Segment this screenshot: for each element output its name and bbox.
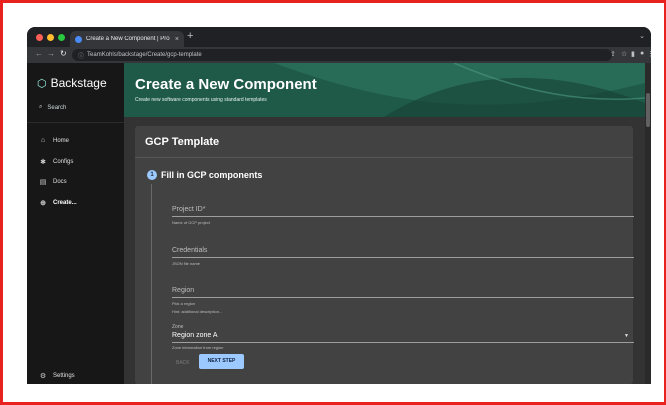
dropdown-arrow-icon[interactable]: ▼ [624, 333, 629, 339]
reload-icon[interactable]: ↻ [60, 49, 67, 58]
region-field[interactable]: Region Pick a region Hint: additional de… [172, 287, 634, 314]
page-header: Create a New Component Create new softwa… [124, 63, 645, 117]
sidebar-item-label: Docs [53, 179, 67, 185]
credentials-label: Credentials [172, 247, 208, 254]
page-subtitle: Create new software components using sta… [135, 97, 267, 103]
tab-close-button[interactable]: × [175, 36, 179, 43]
region-label: Region [172, 287, 195, 294]
minimize-window-button[interactable] [47, 34, 54, 41]
search-icon: ⌕ [39, 104, 43, 110]
field-underline [172, 297, 634, 298]
tab-title: Create a New Component | Pro [86, 36, 170, 42]
close-window-button[interactable] [36, 34, 43, 41]
page-title: Create a New Component [135, 76, 317, 93]
brand-name: Backstage [50, 76, 107, 90]
site-info-icon[interactable]: ⓘ [78, 51, 84, 60]
next-step-button[interactable]: NEXT STEP [199, 354, 244, 369]
bookmark-star-icon[interactable]: ☆ [621, 50, 627, 58]
zone-underline [172, 342, 634, 343]
sidebar-item-home[interactable]: ⌂ Home [39, 137, 69, 144]
zone-help: Zone information from region [172, 345, 224, 350]
address-url: TeamKohls/backstage/Create/gcp-template [87, 52, 202, 58]
sidebar-panel-icon[interactable]: ▮ [631, 50, 635, 58]
search-label: Search [47, 104, 67, 111]
browser-toolbar: ← → ↻ ⓘ TeamKohls/backstage/Create/gcp-t… [27, 47, 651, 63]
region-hint: Hint: additional description... [172, 309, 223, 314]
tab-bar: Create a New Component | Pro × + ⌄ [27, 27, 651, 47]
browser-window: Create a New Component | Pro × + ⌄ ← → ↻… [27, 27, 651, 384]
project-id-field[interactable]: Project ID* Name of GCP project [172, 206, 634, 225]
tab-search-icon[interactable]: ⌄ [639, 32, 645, 40]
gear-icon: ⚙ [39, 373, 47, 380]
field-underline [172, 216, 634, 217]
favicon-icon [75, 35, 82, 43]
docs-icon: ▤ [39, 179, 47, 186]
home-icon: ⌂ [40, 137, 46, 144]
zone-label: Zone [172, 324, 184, 330]
main-content: Create a New Component Create new softwa… [124, 63, 645, 384]
new-tab-button[interactable]: + [187, 30, 193, 42]
project-id-help: Name of GCP project [172, 220, 210, 225]
add-circle-icon: ⊕ [40, 200, 46, 207]
sidebar-item-create[interactable]: ⊕ Create... [39, 199, 77, 207]
field-underline [172, 257, 634, 258]
template-card: GCP Template 1 Fill in GCP components Pr… [135, 126, 634, 384]
menu-dots-icon[interactable]: ⋮ [647, 50, 651, 58]
step-label: Fill in GCP components [161, 170, 263, 180]
project-id-label: Project ID* [172, 206, 206, 213]
share-icon[interactable]: ⇪ [610, 50, 616, 58]
region-help: Pick a region [172, 301, 196, 306]
profile-icon[interactable]: ● [640, 50, 644, 57]
sidebar-item-docs[interactable]: ▤ Docs [39, 178, 67, 186]
backstage-logo-icon: ⬡ [37, 77, 47, 90]
sidebar-divider [27, 122, 124, 123]
puzzle-icon: ✱ [40, 159, 46, 166]
zone-select[interactable]: Region zone A [172, 332, 218, 339]
sidebar-search[interactable]: ⌕ Search [39, 104, 66, 111]
sidebar-item-label: Configs [53, 159, 74, 165]
sidebar: ⬡ Backstage ⌕ Search ⌂ Home ✱ Configs ▤ … [27, 63, 124, 384]
template-title: GCP Template [145, 136, 220, 148]
maximize-window-button[interactable] [58, 34, 65, 41]
sidebar-item-label: Home [53, 137, 70, 144]
address-bar[interactable]: ⓘ TeamKohls/backstage/Create/gcp-templat… [72, 49, 612, 61]
sidebar-item-label: Create... [53, 200, 77, 206]
browser-tab[interactable]: Create a New Component | Pro × [70, 31, 184, 47]
back-arrow-icon[interactable]: ← [35, 49, 43, 58]
step-number-icon: 1 [147, 170, 157, 180]
page-scrollbar[interactable] [645, 63, 651, 384]
backstage-logo[interactable]: ⬡ Backstage [37, 76, 107, 90]
stepper-connector [151, 184, 152, 384]
back-button[interactable]: BACK [176, 360, 190, 366]
card-divider [135, 157, 633, 158]
sidebar-item-label: Settings [53, 373, 75, 379]
sidebar-item-settings[interactable]: ⚙ Settings [39, 372, 75, 380]
scrollbar-thumb[interactable] [646, 93, 650, 127]
credentials-help: JSON file name [172, 261, 201, 266]
backstage-app: ⬡ Backstage ⌕ Search ⌂ Home ✱ Configs ▤ … [27, 63, 651, 384]
forward-arrow-icon[interactable]: → [47, 49, 55, 58]
credentials-field[interactable]: Credentials JSON file name [172, 247, 634, 266]
sidebar-item-configs[interactable]: ✱ Configs [39, 158, 73, 166]
